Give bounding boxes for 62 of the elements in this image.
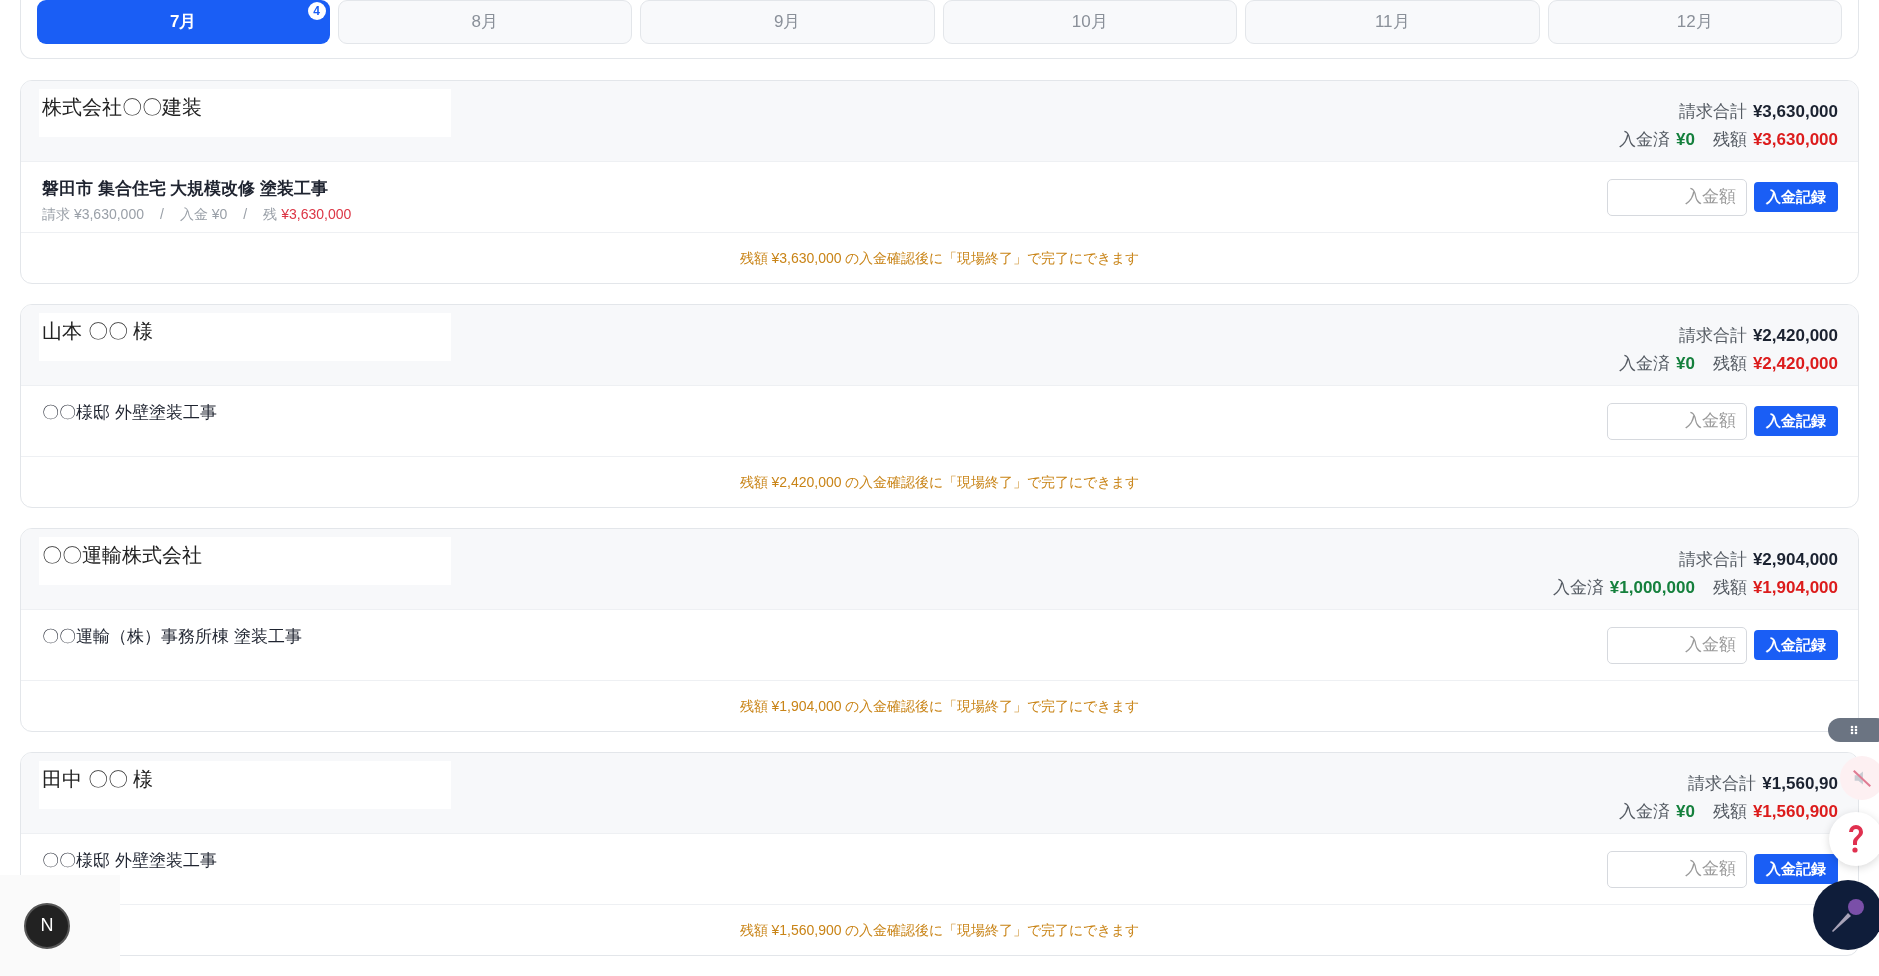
client-name: 株式会社〇〇建装 bbox=[42, 96, 202, 118]
job-title: 〇〇様邸 外壁塗装工事 bbox=[42, 850, 217, 872]
paid-label: 入金済 bbox=[1619, 800, 1670, 823]
drag-handle[interactable] bbox=[1828, 718, 1879, 742]
job-detail-text: 請求 ¥3,630,000 bbox=[42, 204, 144, 224]
month-tab[interactable]: 12月 bbox=[1547, 0, 1842, 44]
billed-label: 請求合計 bbox=[1678, 325, 1747, 347]
record-payment-button[interactable]: 入金記録 bbox=[1754, 182, 1838, 212]
remaining-amount: ¥2,420,000 bbox=[1752, 352, 1838, 375]
amount-field[interactable]: 入金額 bbox=[1607, 850, 1747, 888]
job-title: 磐田市 集合住宅 大規模改修 塗装工事 bbox=[42, 178, 330, 200]
billed-label: 請求合計 bbox=[1688, 773, 1757, 795]
job-detail-text: 入金 ¥0 bbox=[179, 204, 228, 224]
record-payment-button[interactable]: 入金記録 bbox=[1754, 406, 1838, 436]
amount-field[interactable]: 入金額 bbox=[1607, 178, 1747, 216]
billed-amount: ¥3,630,000 bbox=[1752, 101, 1838, 123]
remaining-label: 残額 bbox=[1712, 800, 1747, 823]
completion-note: 残額 ¥1,904,000 の入金確認後に「現場終了」で完了にできます bbox=[739, 696, 1140, 716]
client-name: 田中 〇〇 様 bbox=[42, 768, 154, 790]
amount-field[interactable]: 入金額 bbox=[1607, 626, 1747, 664]
grip-icon bbox=[1850, 725, 1858, 735]
paid-label: 入金済 bbox=[1619, 352, 1670, 375]
record-payment-button[interactable]: 入金記録 bbox=[1754, 630, 1838, 660]
amount-field[interactable]: 入金額 bbox=[1607, 402, 1747, 440]
remaining-label: 残額 bbox=[1712, 352, 1747, 375]
month-tab[interactable]: 9月 bbox=[640, 0, 935, 44]
billed-amount: ¥2,420,000 bbox=[1752, 325, 1838, 347]
remaining-label: 残額 bbox=[1712, 128, 1747, 151]
dev-badge[interactable]: N bbox=[24, 902, 70, 949]
completion-note: 残額 ¥3,630,000 の入金確認後に「現場終了」で完了にできます bbox=[739, 248, 1140, 268]
record-payment-button[interactable]: 入金記録 bbox=[1754, 854, 1838, 884]
job-title: 〇〇様邸 外壁塗装工事 bbox=[42, 402, 217, 424]
month-tab[interactable]: 7月 4 bbox=[37, 0, 330, 44]
count-badge: 4 bbox=[307, 2, 326, 20]
paid-amount: ¥1,000,000 bbox=[1609, 576, 1695, 599]
billed-label: 請求合計 bbox=[1678, 549, 1747, 571]
separator-text: / bbox=[158, 204, 165, 224]
completion-note: 残額 ¥1,560,900 の入金確認後に「現場終了」で完了にできます bbox=[739, 920, 1140, 940]
question-icon bbox=[1847, 824, 1865, 854]
job-detail-text: 残 bbox=[263, 204, 278, 224]
month-tab[interactable]: 10月 bbox=[942, 0, 1237, 44]
month-tab[interactable]: 11月 bbox=[1245, 0, 1540, 44]
billed-amount: ¥1,560,90 bbox=[1762, 773, 1838, 795]
remaining-label: 残額 bbox=[1712, 576, 1747, 599]
billed-label: 請求合計 bbox=[1678, 101, 1747, 123]
job-detail-text: ¥3,630,000 bbox=[281, 204, 352, 224]
muted-speaker-icon bbox=[1851, 767, 1873, 789]
paid-amount: ¥0 bbox=[1676, 352, 1695, 375]
paid-label: 入金済 bbox=[1552, 576, 1604, 599]
client-name: 〇〇運輸株式会社 bbox=[42, 544, 202, 566]
completion-note: 残額 ¥2,420,000 の入金確認後に「現場終了」で完了にできます bbox=[739, 472, 1140, 492]
separator-text: / bbox=[242, 204, 249, 224]
paid-label: 入金済 bbox=[1619, 128, 1670, 151]
job-title: 〇〇運輸（株）事務所棟 塗装工事 bbox=[42, 626, 302, 648]
paid-amount: ¥0 bbox=[1676, 128, 1695, 151]
billed-amount: ¥2,904,000 bbox=[1752, 549, 1838, 571]
remaining-amount: ¥3,630,000 bbox=[1752, 128, 1838, 151]
month-tab[interactable]: 8月 bbox=[337, 0, 632, 44]
remaining-amount: ¥1,904,000 bbox=[1752, 576, 1838, 599]
remaining-amount: ¥1,560,900 bbox=[1752, 800, 1838, 823]
paid-amount: ¥0 bbox=[1676, 800, 1695, 823]
client-name: 山本 〇〇 様 bbox=[42, 320, 154, 342]
